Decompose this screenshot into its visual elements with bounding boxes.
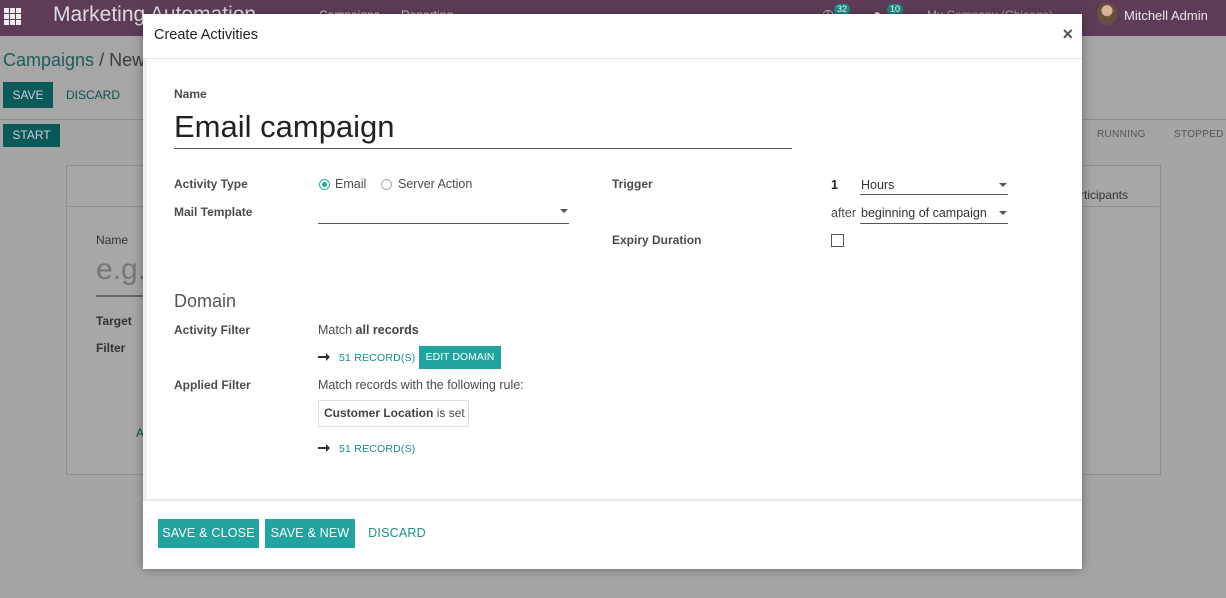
chevron-down-icon xyxy=(999,211,1007,215)
activity-form: Name Activity Type Email Server Action M… xyxy=(143,59,1082,499)
name-label: Name xyxy=(174,87,207,101)
bg-target-label: Target xyxy=(96,314,132,328)
activity-filter-summary: Match all records xyxy=(318,323,419,337)
rule-field: Customer Location xyxy=(324,406,434,420)
user-menu[interactable]: Mitchell Admin xyxy=(1124,8,1208,23)
tab-participants[interactable]: rticipants xyxy=(1080,188,1128,202)
dialog-header: Create Activities × xyxy=(143,14,1082,59)
radio-server-action-label[interactable]: Server Action xyxy=(398,177,472,191)
radio-server-action[interactable] xyxy=(381,179,392,190)
activity-records-link[interactable]: 51 RECORD(S) xyxy=(339,352,416,364)
discard-button[interactable]: DISCARD xyxy=(364,519,430,548)
applied-filter-text: Match records with the following rule: xyxy=(318,378,524,392)
apps-grid-icon[interactable] xyxy=(4,8,21,25)
bg-discard-button[interactable]: DISCARD xyxy=(66,82,120,108)
edit-domain-button[interactable]: EDIT DOMAIN xyxy=(419,346,501,369)
chevron-down-icon xyxy=(999,183,1007,187)
bg-name-underline xyxy=(96,295,146,297)
applied-filter-label: Applied Filter xyxy=(174,378,251,392)
rule-operator: is set xyxy=(436,406,465,420)
bg-save-button[interactable]: SAVE xyxy=(3,82,53,108)
domain-rule: Customer Location is set xyxy=(318,400,469,427)
bg-name-placeholder[interactable]: e.g. xyxy=(96,253,146,287)
trigger-type-value: beginning of campaign xyxy=(861,206,987,220)
breadcrumb-separator: / xyxy=(99,50,105,70)
create-activities-dialog: Create Activities × Name Activity Type E… xyxy=(143,14,1082,569)
activity-filter-prefix: Match xyxy=(318,323,353,337)
bg-name-label: Name xyxy=(96,233,129,247)
dialog-body: Name Activity Type Email Server Action M… xyxy=(143,59,1082,499)
name-input[interactable] xyxy=(174,106,792,149)
expiry-duration-label: Expiry Duration xyxy=(612,233,702,247)
breadcrumb: Campaigns / New xyxy=(3,50,145,71)
start-button[interactable]: START xyxy=(3,124,60,147)
breadcrumb-current: New xyxy=(109,50,146,70)
applied-records-link[interactable]: 51 RECORD(S) xyxy=(339,443,416,455)
activity-type-label: Activity Type xyxy=(174,177,248,191)
bg-filter-label: Filter xyxy=(96,341,126,355)
trigger-unit-value: Hours xyxy=(861,178,895,192)
user-avatar[interactable] xyxy=(1097,3,1117,25)
close-icon[interactable]: × xyxy=(1062,24,1073,45)
chevron-down-icon xyxy=(560,209,568,213)
trigger-interval-input[interactable]: 1 xyxy=(831,178,838,192)
trigger-type-select[interactable]: beginning of campaign xyxy=(860,204,1008,224)
arrow-right-icon xyxy=(318,444,330,452)
activity-filter-label: Activity Filter xyxy=(174,323,251,337)
arrow-right-icon xyxy=(318,353,330,361)
trigger-unit-select[interactable]: Hours xyxy=(860,176,1008,195)
mail-template-select[interactable] xyxy=(318,203,569,224)
status-running[interactable]: RUNNING xyxy=(1097,129,1146,140)
save-new-button[interactable]: SAVE & NEW xyxy=(265,519,355,548)
trigger-label: Trigger xyxy=(612,177,653,191)
trigger-after-label: after xyxy=(831,206,857,220)
breadcrumb-campaigns[interactable]: Campaigns xyxy=(3,50,94,70)
radio-email[interactable] xyxy=(319,179,330,190)
save-close-button[interactable]: SAVE & CLOSE xyxy=(158,519,259,548)
domain-section-title: Domain xyxy=(174,291,237,311)
mail-template-label: Mail Template xyxy=(174,205,253,219)
status-stopped[interactable]: STOPPED xyxy=(1174,129,1224,140)
activity-filter-value: all records xyxy=(355,323,419,337)
dialog-title: Create Activities xyxy=(154,27,258,43)
dialog-footer: SAVE & CLOSE SAVE & NEW DISCARD xyxy=(143,499,1082,569)
radio-email-label[interactable]: Email xyxy=(335,177,366,191)
expiry-duration-checkbox[interactable] xyxy=(831,234,844,247)
